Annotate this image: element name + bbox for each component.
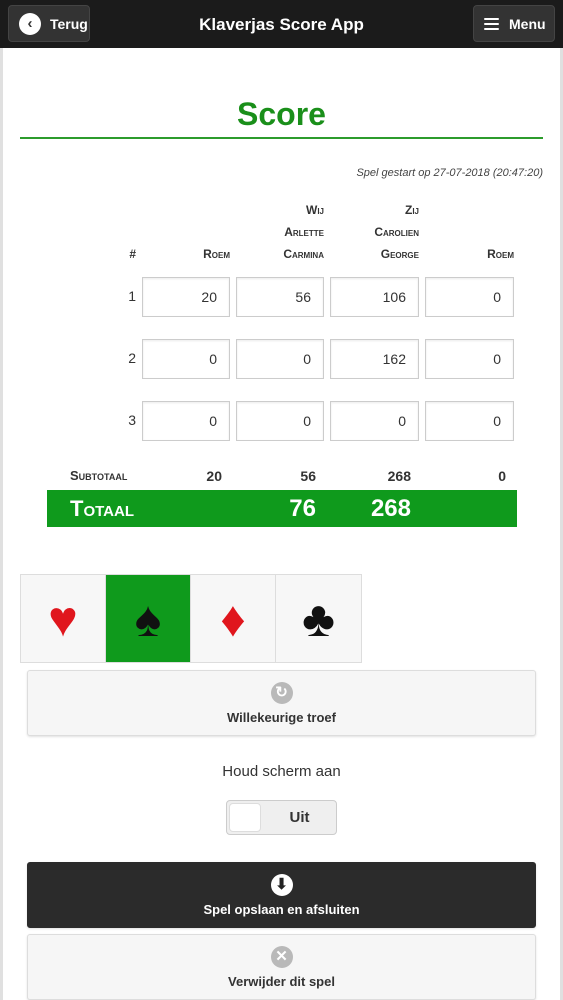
column-header-roem-wij: Roem — [203, 247, 230, 261]
subtotal-zij: 268 — [387, 468, 411, 484]
roem-wij-input[interactable]: 20 — [142, 277, 230, 317]
toggle-state-label: Uit — [289, 809, 310, 826]
subtotal-roem-wij: 20 — [206, 468, 222, 484]
total-wij: 76 — [289, 495, 316, 522]
row-number: 3 — [128, 412, 136, 428]
random-trump-label: Willekeurige troef — [227, 709, 336, 725]
total-zij: 268 — [370, 495, 411, 522]
clubs-icon[interactable]: ♣ — [276, 575, 361, 662]
menu-button-label: Menu — [509, 15, 546, 32]
keep-screen-label: Houd scherm aan — [222, 763, 341, 780]
close-icon: ✕ — [270, 945, 293, 968]
roem-zij-input[interactable]: 0 — [425, 401, 514, 441]
game-started-timestamp: Spel gestart op 27-07-2018 (20:47:20) — [356, 167, 543, 179]
column-header-number: # — [129, 247, 136, 261]
score-wij-input[interactable]: 0 — [236, 401, 324, 441]
score-zij-input[interactable]: 162 — [330, 339, 419, 379]
subtotal-wij: 56 — [300, 468, 316, 484]
random-trump-button[interactable]: ↻ Willekeurige troef — [27, 670, 536, 736]
player-name: Carolien — [374, 225, 419, 239]
hamburger-icon — [484, 15, 499, 33]
player-name: Carmina — [283, 247, 324, 261]
title-divider — [20, 137, 543, 139]
page-title: Score — [237, 96, 326, 132]
app-header: ‹ Terug Klaverjas Score App Menu — [0, 0, 563, 48]
team-label-wij: Wij — [306, 203, 324, 217]
column-header-zij: Zij Carolien George — [330, 199, 419, 265]
roem-wij-input[interactable]: 0 — [142, 401, 230, 441]
keep-screen-toggle[interactable]: Uit — [226, 800, 337, 835]
column-header-roem-zij: Roem — [487, 247, 514, 261]
delete-button-label: Verwijder dit spel — [228, 973, 335, 989]
roem-zij-input[interactable]: 0 — [425, 339, 514, 379]
trump-suit-selector: ♥ ♠ ♦ ♣ — [20, 574, 362, 663]
toggle-knob[interactable] — [229, 803, 261, 832]
score-wij-input[interactable]: 56 — [236, 277, 324, 317]
roem-zij-input[interactable]: 0 — [425, 277, 514, 317]
score-zij-input[interactable]: 0 — [330, 401, 419, 441]
subtotal-label: Subtotaal — [70, 468, 128, 483]
save-button-label: Spel opslaan en afsluiten — [203, 901, 360, 917]
player-name: Arlette — [284, 225, 324, 239]
hearts-icon[interactable]: ♥ — [21, 575, 106, 662]
left-border — [0, 48, 3, 1000]
menu-button[interactable]: Menu — [473, 5, 555, 42]
row-number: 1 — [128, 288, 136, 304]
score-wij-input[interactable]: 0 — [236, 339, 324, 379]
refresh-icon: ↻ — [270, 681, 293, 704]
save-and-close-button[interactable]: ⬇ Spel opslaan en afsluiten — [27, 862, 536, 928]
player-name: George — [380, 247, 419, 261]
subtotal-roem-zij: 0 — [498, 468, 506, 484]
team-label-zij: Zij — [404, 203, 419, 217]
arrow-down-icon: ⬇ — [270, 873, 293, 896]
row-number: 2 — [128, 350, 136, 366]
spades-icon[interactable]: ♠ — [106, 575, 191, 662]
score-zij-input[interactable]: 106 — [330, 277, 419, 317]
diamonds-icon[interactable]: ♦ — [191, 575, 276, 662]
delete-game-button[interactable]: ✕ Verwijder dit spel — [27, 934, 536, 1000]
roem-wij-input[interactable]: 0 — [142, 339, 230, 379]
column-header-wij: Wij Arlette Carmina — [236, 199, 324, 265]
total-label: Totaal — [70, 496, 134, 521]
